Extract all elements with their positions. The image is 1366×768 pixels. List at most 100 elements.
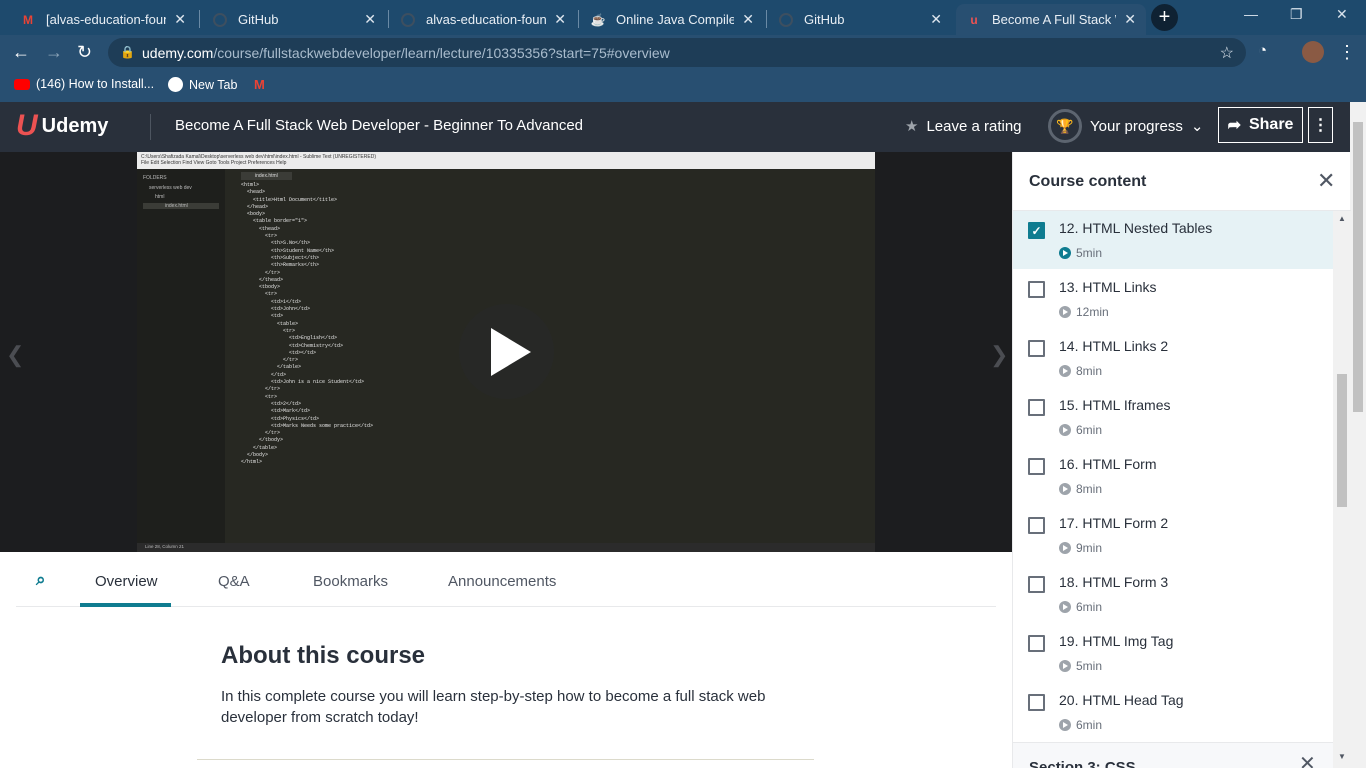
play-circle-icon bbox=[1059, 424, 1071, 436]
search-icon[interactable]: ⌕ bbox=[36, 570, 46, 590]
close-tab-icon[interactable]: ✕ bbox=[1124, 11, 1136, 28]
tab-title: GitHub bbox=[804, 12, 845, 27]
avatar[interactable] bbox=[1302, 41, 1324, 63]
close-tab-icon[interactable]: ✕ bbox=[364, 11, 376, 28]
scroll-down-icon[interactable]: ▼ bbox=[1338, 752, 1346, 761]
lecture-title: 18. HTML Form 3 bbox=[1059, 574, 1169, 590]
tab-announcements[interactable]: Announcements bbox=[448, 573, 556, 590]
play-circle-icon bbox=[1059, 601, 1071, 613]
tab-divider bbox=[199, 10, 200, 28]
divider bbox=[150, 114, 151, 140]
close-window-icon[interactable]: ✕ bbox=[1336, 6, 1348, 23]
bookmark-star-icon[interactable]: ☆ bbox=[1220, 43, 1234, 63]
duration-text: 12min bbox=[1076, 305, 1109, 319]
browser-tab-github-repo[interactable]: alvas-education-founda ✕ bbox=[390, 4, 576, 35]
scrollbar-thumb[interactable] bbox=[1337, 374, 1347, 507]
code-line: <title>Html Document</title> bbox=[241, 196, 338, 203]
browser-tab-gmail[interactable]: M [alvas-education-found ✕ bbox=[10, 4, 196, 35]
lecture-item[interactable]: 19. HTML Img Tag 5min bbox=[1013, 624, 1333, 683]
lecture-checkbox[interactable] bbox=[1028, 399, 1045, 416]
sidebar-scrollbar[interactable]: ▲ ▼ bbox=[1333, 211, 1350, 768]
code-line: </td> bbox=[241, 371, 287, 378]
lecture-checkbox[interactable] bbox=[1028, 576, 1045, 593]
code-line: <td>Mark</td> bbox=[241, 408, 311, 415]
close-tab-icon[interactable]: ✕ bbox=[742, 11, 754, 28]
browser-tab-java-compiler[interactable]: ☕ Online Java Compiler - ✕ bbox=[580, 4, 764, 35]
close-tab-icon[interactable]: ✕ bbox=[174, 11, 186, 28]
tab-divider bbox=[388, 10, 389, 28]
share-button[interactable]: ➦ Share bbox=[1218, 107, 1303, 143]
scroll-up-icon[interactable]: ▲ bbox=[1338, 214, 1346, 223]
address-bar[interactable]: 🔒 udemy.com/course/fullstackwebdeveloper… bbox=[108, 38, 1246, 67]
video-player[interactable]: C:\Users\Shafizada Kamal\Desktop\serverl… bbox=[0, 152, 1012, 552]
lecture-item[interactable]: 17. HTML Form 2 9min bbox=[1013, 506, 1333, 565]
extension-icon[interactable]: ◔ bbox=[1258, 42, 1267, 59]
tab-title: alvas-education-founda bbox=[426, 12, 547, 27]
browser-tab-github-2[interactable]: GitHub ✕ bbox=[768, 4, 952, 35]
tab-overview[interactable]: Overview bbox=[80, 573, 171, 607]
more-options-button[interactable]: ⋮ bbox=[1308, 107, 1333, 143]
course-content-sidebar: Course content ✕ ✓ 12. HTML Nested Tables… bbox=[1012, 152, 1351, 768]
progress-button[interactable]: 🏆 Your progress ⌄ bbox=[1048, 109, 1203, 143]
code-line: <thead> bbox=[241, 225, 281, 232]
bookmark-gmail[interactable]: M bbox=[254, 77, 265, 92]
lecture-duration: 6min bbox=[1059, 718, 1102, 732]
bookmark-youtube[interactable]: (146) How to Install... bbox=[14, 77, 154, 91]
code-line: </table> bbox=[241, 364, 302, 371]
lecture-item[interactable]: 15. HTML Iframes 6min bbox=[1013, 388, 1333, 447]
code-line: <th>S.No</th> bbox=[241, 240, 311, 247]
lecture-duration: 12min bbox=[1059, 305, 1109, 319]
url-host: udemy.com bbox=[142, 44, 214, 61]
code-line: <th>Remarks</th> bbox=[241, 262, 320, 269]
lecture-checkbox[interactable] bbox=[1028, 517, 1045, 534]
back-icon[interactable]: ← bbox=[12, 42, 30, 63]
lecture-checkbox[interactable] bbox=[1028, 458, 1045, 475]
reload-icon[interactable]: ↻ bbox=[77, 42, 92, 63]
lecture-duration: 5min bbox=[1059, 659, 1102, 673]
udemy-logo[interactable]: U Udemy bbox=[16, 109, 108, 143]
udemy-icon: u bbox=[970, 12, 978, 27]
previous-lecture-icon[interactable]: ❮ bbox=[6, 342, 24, 368]
collapse-icon[interactable]: ✕ bbox=[1299, 751, 1316, 768]
lecture-item[interactable]: 18. HTML Form 3 6min bbox=[1013, 565, 1333, 624]
next-lecture-icon[interactable]: ❯ bbox=[990, 342, 1008, 368]
github-icon bbox=[778, 12, 794, 28]
subfolder-name: html bbox=[155, 194, 165, 200]
close-tab-icon[interactable]: ✕ bbox=[930, 11, 942, 28]
restore-icon[interactable]: ❐ bbox=[1290, 6, 1303, 23]
page-scrollbar[interactable] bbox=[1350, 102, 1366, 768]
lecture-checkbox[interactable] bbox=[1028, 694, 1045, 711]
course-header: U Udemy Become A Full Stack Web Develope… bbox=[0, 102, 1350, 152]
duration-text: 5min bbox=[1076, 659, 1103, 673]
lecture-checkbox[interactable]: ✓ bbox=[1028, 222, 1045, 239]
lecture-duration: 8min bbox=[1059, 364, 1102, 378]
lecture-item[interactable]: 16. HTML Form 8min bbox=[1013, 447, 1333, 506]
play-button[interactable] bbox=[459, 304, 554, 399]
tab-bookmarks[interactable]: Bookmarks bbox=[313, 573, 388, 590]
course-title: Become A Full Stack Web Developer - Begi… bbox=[175, 117, 584, 134]
new-tab-button[interactable]: + bbox=[1151, 4, 1178, 31]
lecture-checkbox[interactable] bbox=[1028, 635, 1045, 652]
lecture-item[interactable]: 14. HTML Links 2 8min bbox=[1013, 329, 1333, 388]
forward-icon[interactable]: → bbox=[45, 42, 63, 63]
browser-tab-github[interactable]: GitHub ✕ bbox=[202, 4, 386, 35]
rating-label: Leave a rating bbox=[926, 117, 1022, 135]
lecture-checkbox[interactable] bbox=[1028, 340, 1045, 357]
tab-qa[interactable]: Q&A bbox=[218, 573, 250, 590]
lecture-item[interactable]: 13. HTML Links 12min bbox=[1013, 270, 1333, 329]
lecture-checkbox[interactable] bbox=[1028, 281, 1045, 298]
bookmark-new-tab[interactable]: New Tab bbox=[168, 77, 237, 92]
code-line: </body> bbox=[241, 451, 269, 458]
lecture-item[interactable]: 20. HTML Head Tag 6min bbox=[1013, 683, 1333, 742]
minimize-icon[interactable]: — bbox=[1244, 6, 1258, 22]
browser-tab-udemy[interactable]: u Become A Full Stack We ✕ bbox=[956, 4, 1146, 35]
close-tab-icon[interactable]: ✕ bbox=[554, 11, 566, 28]
scrollbar-thumb[interactable] bbox=[1353, 122, 1363, 412]
leave-rating-button[interactable]: ★ Leave a rating bbox=[905, 117, 1022, 136]
lecture-item[interactable]: ✓ 12. HTML Nested Tables 5min bbox=[1013, 211, 1333, 270]
code-line: </html> bbox=[241, 459, 263, 466]
tab-divider bbox=[766, 10, 767, 28]
section-header[interactable]: Section 3: CSS ✕ bbox=[1013, 742, 1333, 768]
browser-menu-icon[interactable]: ⋮ bbox=[1338, 42, 1356, 63]
close-icon[interactable]: ✕ bbox=[1317, 168, 1335, 194]
